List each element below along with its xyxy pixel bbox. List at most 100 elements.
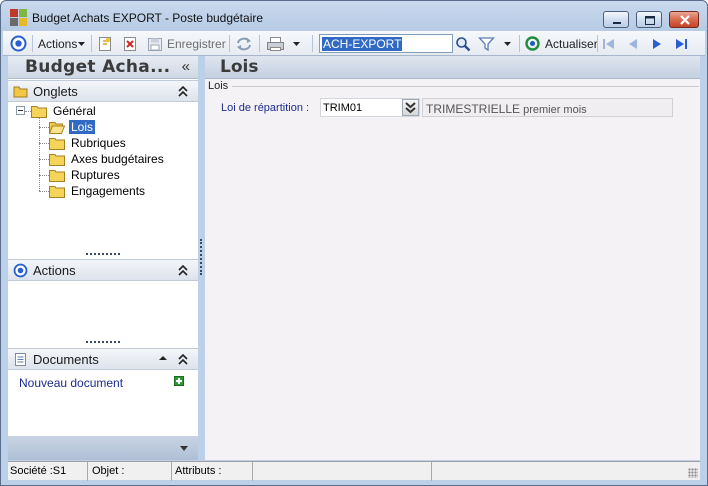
first-record-button[interactable] [601, 34, 617, 53]
close-button[interactable] [669, 11, 699, 28]
app-icon [10, 9, 27, 26]
app-window: Budget Achats EXPORT - Poste budgétaire … [0, 0, 708, 486]
left-panel-header: Budget Acha... « [8, 56, 198, 79]
status-empty [254, 462, 432, 481]
chevron-down-icon[interactable] [179, 445, 189, 452]
actions-section-header[interactable]: Actions [8, 259, 198, 281]
loi-repartition-dropdown[interactable] [402, 99, 419, 116]
tree-item-label: Engagements [71, 184, 146, 198]
title-bar: Budget Achats EXPORT - Poste budgétaire [1, 1, 707, 31]
navigate-button[interactable] [10, 34, 27, 53]
main-header: Lois [205, 56, 700, 79]
documents-section-header[interactable]: Documents [8, 348, 198, 370]
vertical-splitter[interactable] [200, 239, 202, 275]
add-icon[interactable] [174, 376, 184, 386]
window-title: Budget Achats EXPORT - Poste budgétaire [32, 11, 264, 25]
status-attributs: Attributs : [173, 462, 253, 481]
actions-menu-button[interactable]: Actions [38, 34, 86, 53]
onglets-section-header[interactable]: Onglets [8, 80, 198, 102]
new-document-link[interactable]: Nouveau document [19, 376, 123, 390]
maximize-icon [645, 16, 655, 25]
collapse-section-icon[interactable] [178, 265, 188, 276]
refresh-label: Actualiser [545, 36, 598, 51]
group-divider [232, 86, 699, 87]
close-icon [680, 15, 690, 25]
chevron-up-icon[interactable] [158, 354, 168, 362]
description-code: TRIMESTRIELLE [426, 102, 521, 116]
left-panel: Budget Acha... « Onglets Général Lois Ru… [8, 56, 198, 460]
tree-item-engagements[interactable]: Engagements [49, 183, 147, 199]
target-icon [10, 35, 27, 52]
target-icon [13, 263, 28, 278]
next-record-button[interactable] [649, 34, 665, 53]
resize-grip-icon[interactable] [688, 468, 698, 478]
open-folder-icon [49, 121, 65, 134]
tree-item-lois[interactable]: Lois [49, 119, 96, 135]
left-panel-title: Budget Acha... [25, 57, 171, 77]
refresh-icon [525, 36, 540, 51]
first-icon [603, 38, 614, 49]
tree-item-label: Ruptures [71, 168, 120, 182]
tree-item-label: Axes budgétaires [71, 152, 164, 166]
folder-icon [49, 137, 65, 150]
maximize-button[interactable] [636, 11, 662, 28]
filter-icon [478, 36, 495, 51]
page-title: Lois [220, 57, 259, 77]
delete-record-button[interactable] [122, 34, 138, 53]
tree-expander[interactable] [16, 106, 25, 115]
sync-button[interactable] [235, 34, 253, 53]
tree-item-axes-budgetaires[interactable]: Axes budgétaires [49, 151, 166, 167]
save-icon [148, 37, 162, 51]
description-detail: premier mois [523, 104, 587, 116]
refresh-button[interactable]: Actualiser [524, 34, 598, 53]
previous-record-button[interactable] [625, 34, 641, 53]
tree-item-ruptures[interactable]: Ruptures [49, 167, 122, 183]
minimize-icon [613, 22, 621, 24]
tree-item-label: Lois [69, 120, 96, 134]
filter-button[interactable] [478, 34, 512, 53]
print-button[interactable] [266, 34, 301, 53]
splitter-grip[interactable] [86, 341, 120, 344]
search-button[interactable] [455, 34, 471, 53]
folder-icon [49, 153, 65, 166]
tree-item-general[interactable]: Général [31, 103, 98, 119]
sync-icon [237, 37, 251, 50]
group-label: Lois [208, 80, 229, 92]
filter-dropdown-arrow-icon [504, 41, 511, 46]
status-bar: Société :S1 Objet : Attributs : [8, 461, 700, 481]
collapse-section-icon[interactable] [178, 86, 188, 97]
splitter-grip[interactable] [86, 253, 120, 256]
collapse-section-icon[interactable] [178, 354, 188, 365]
loi-repartition-value: TRIM01 [323, 102, 363, 114]
printer-icon [267, 36, 284, 51]
search-input[interactable]: ACH-EXPORT [319, 34, 453, 53]
actions-menu-label: Actions [38, 36, 78, 51]
loi-repartition-description: TRIMESTRIELLE premier mois [422, 98, 673, 117]
previous-icon [629, 38, 637, 49]
left-panel-footer [8, 436, 198, 460]
collapse-panel-button[interactable]: « [182, 58, 190, 75]
actions-label: Actions [33, 263, 76, 278]
folder-icon [49, 185, 65, 198]
print-dropdown-arrow-icon [293, 41, 300, 46]
double-chevron-down-icon [405, 102, 416, 114]
new-document-icon [99, 36, 111, 51]
folder-icon [31, 105, 47, 118]
dropdown-arrow-icon [78, 41, 86, 46]
next-icon [653, 38, 661, 49]
tree-item-label: Général [53, 104, 96, 118]
tree-item-rubriques[interactable]: Rubriques [49, 135, 128, 151]
folder-icon [13, 86, 28, 98]
search-input-value: ACH-EXPORT [322, 37, 403, 51]
toolbar: Actions Enregistrer ACH-EXPORT Actualise… [3, 31, 705, 56]
new-record-button[interactable] [97, 34, 113, 53]
last-record-button[interactable] [673, 34, 689, 53]
documents-label: Documents [33, 352, 99, 367]
save-button[interactable]: Enregistrer [147, 34, 226, 53]
loi-repartition-label: Loi de répartition : [221, 102, 310, 114]
last-icon [676, 38, 687, 49]
main-content: Lois Lois Loi de répartition : TRIM01 TR… [205, 56, 700, 460]
minimize-button[interactable] [603, 11, 629, 28]
tree-item-label: Rubriques [71, 136, 126, 150]
status-societe: Société :S1 [8, 462, 88, 481]
